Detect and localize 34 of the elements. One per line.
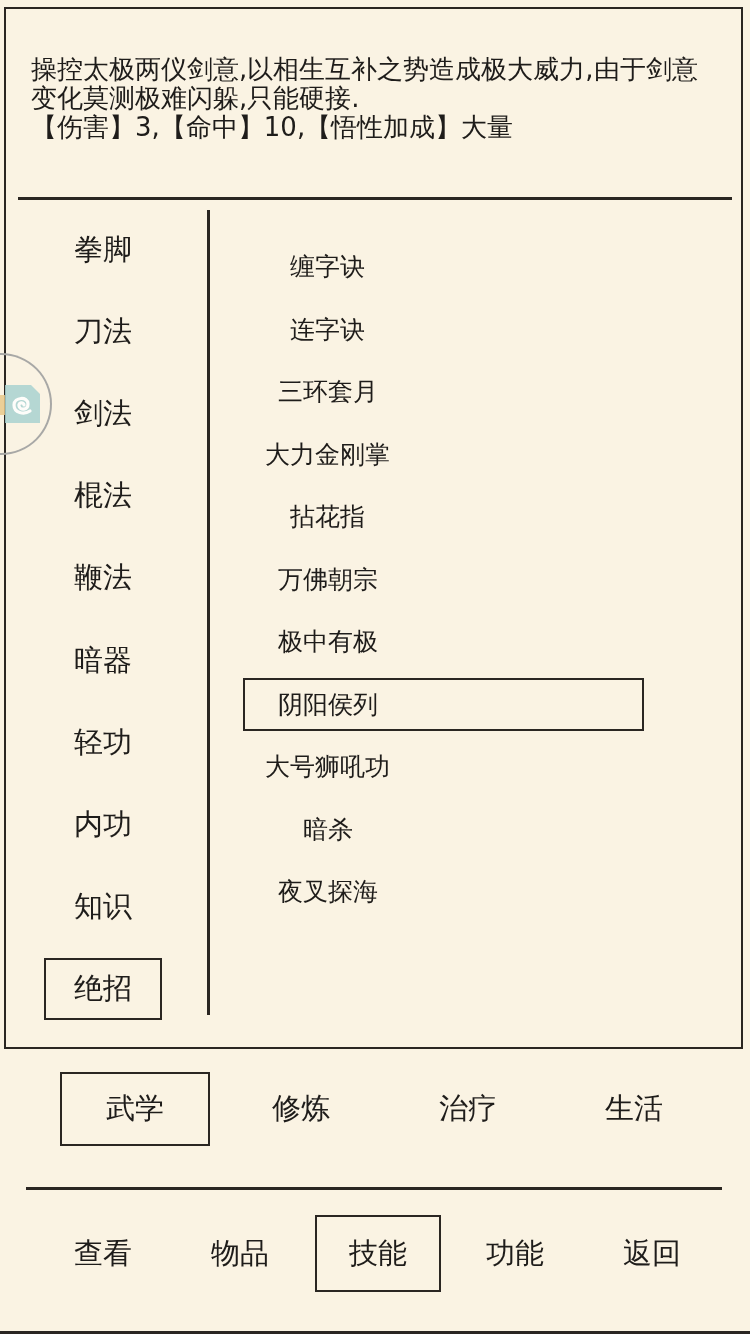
category-tab[interactable]: 轻功 [44,711,162,774]
category-tab[interactable]: 棍法 [44,465,162,528]
skill-description: 操控太极两仪剑意,以相生互补之势造成极大威力,由于剑意变化莫测极难闪躲,只能硬接. [31,55,699,113]
skill-item[interactable]: 连字诀 [242,302,644,356]
skill-item[interactable]: 三环套月 [242,365,644,419]
skill-item[interactable]: 阴阳侯列 [242,677,644,731]
nav-button[interactable]: 技能 [314,1215,441,1292]
nav-button[interactable]: 功能 [451,1215,578,1292]
swirl-tile-icon [0,383,40,425]
category-tab[interactable]: 暗器 [44,629,162,692]
nav-button[interactable]: 物品 [177,1215,304,1292]
category-tab[interactable]: 刀法 [44,300,162,363]
nav-button[interactable]: 查看 [40,1215,166,1292]
skill-item[interactable]: 夜叉探海 [242,865,644,919]
skill-item[interactable]: 大力金刚掌 [242,427,644,481]
category-tab[interactable]: 剑法 [44,382,162,445]
section-tab[interactable]: 生活 [558,1072,709,1146]
nav-button[interactable]: 返回 [589,1215,716,1292]
category-tab[interactable]: 内功 [44,793,162,856]
section-tab[interactable]: 治疗 [392,1072,543,1146]
category-tab[interactable]: 绝招 [44,958,162,1021]
skill-item[interactable]: 暗杀 [242,802,644,856]
skill-item[interactable]: 拈花指 [242,490,644,544]
skill-item[interactable]: 缠字诀 [242,240,644,294]
skill-stats: 【伤害】3,【命中】10,【悟性加成】大量 [31,113,515,142]
skill-item[interactable]: 大号狮吼功 [242,740,644,794]
category-tab[interactable]: 拳脚 [44,218,162,281]
skill-item[interactable]: 极中有极 [242,615,644,669]
skill-item[interactable]: 万佛朝宗 [242,552,644,606]
category-tab[interactable]: 知识 [44,876,162,939]
category-tab[interactable]: 鞭法 [44,547,162,610]
section-tab[interactable]: 武学 [60,1072,210,1146]
section-tab[interactable]: 修炼 [226,1072,377,1146]
floating-assist-button[interactable] [0,353,52,455]
